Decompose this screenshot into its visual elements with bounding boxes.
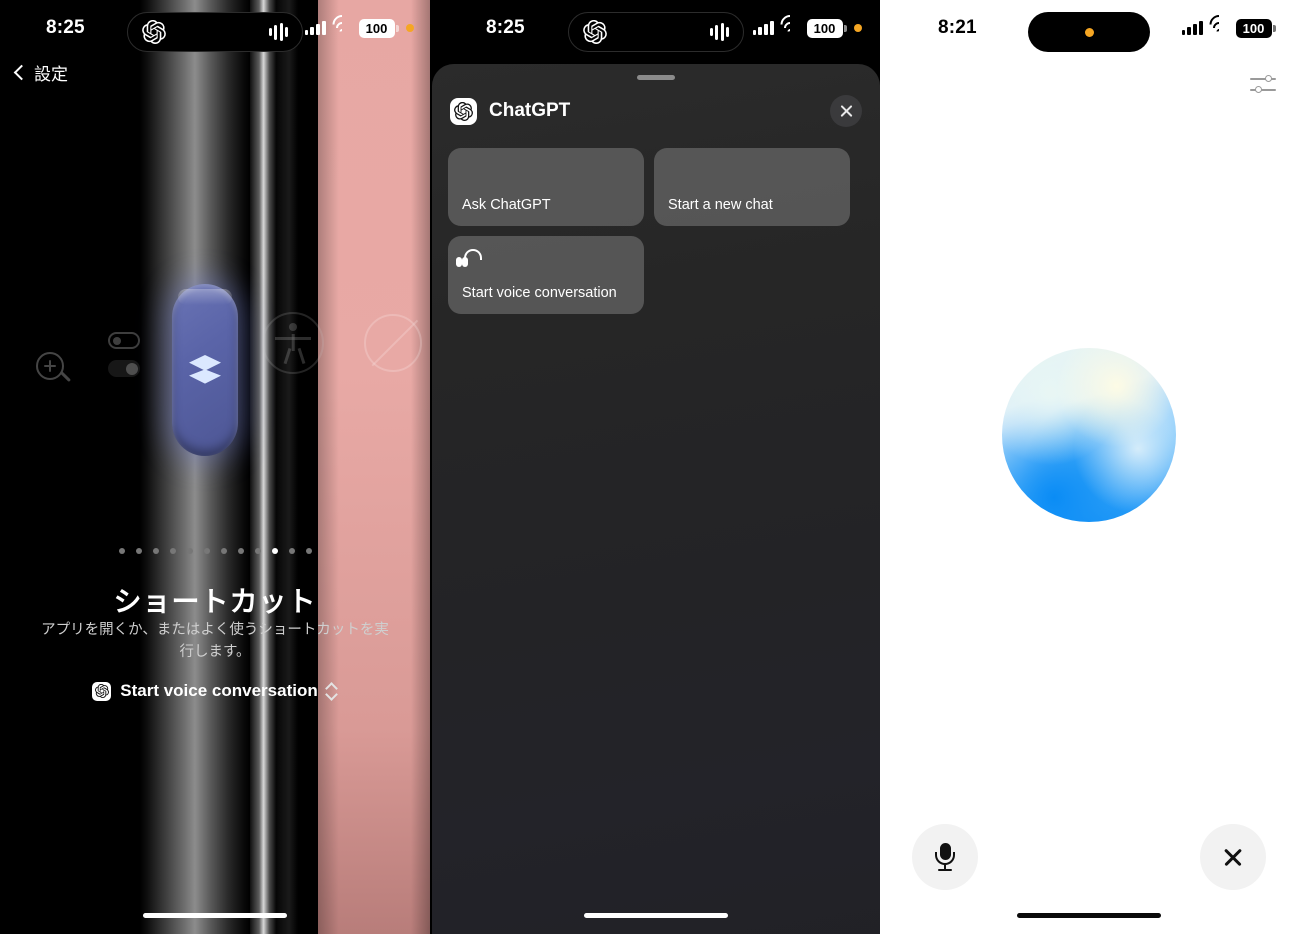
mic-button[interactable] [912, 824, 978, 890]
panel-chatgpt-action-sheet: ChatGPT Ask ChatGPT Start a new chat Sta… [432, 0, 880, 934]
home-indicator [584, 913, 728, 918]
action-label: Start voice conversation [462, 285, 617, 301]
silent-mode-icon [364, 314, 422, 372]
status-bar: 8:25 100 [0, 0, 430, 56]
battery-indicator: 100 [358, 18, 399, 38]
status-indicators: 100 [304, 11, 414, 38]
action-label: Ask ChatGPT [462, 197, 551, 213]
sheet-app-name: ChatGPT [489, 100, 571, 121]
battery-level: 100 [806, 18, 843, 38]
dynamic-island[interactable] [568, 12, 744, 52]
chat-bubble-icon [462, 161, 482, 181]
cellular-signal-icon [752, 21, 774, 35]
action-card-ask-chatgpt[interactable]: Ask ChatGPT [448, 148, 644, 226]
back-button[interactable]: 設定 [12, 60, 68, 85]
chat-bubble-icon [668, 161, 688, 181]
action-list: Ask ChatGPT Start a new chat Start voice… [448, 148, 864, 314]
openai-logo [583, 20, 607, 44]
magnifier-plus-icon [36, 352, 71, 386]
recording-dot-icon [854, 24, 862, 32]
screenshot-stage: 8:25 100 設定 ショートカット アプリを開くか、またはよく使うショートカ… [0, 0, 1298, 934]
openai-logo [450, 97, 477, 125]
up-down-chevron-icon [324, 681, 338, 701]
phone-edge-shadow [276, 0, 298, 934]
dynamic-island[interactable] [127, 12, 303, 52]
status-time: 8:21 [938, 17, 977, 38]
headphones-icon [456, 249, 482, 269]
sheet-header: ChatGPT [450, 90, 862, 132]
openai-logo [142, 20, 166, 44]
status-bar: 8:25 100 [432, 0, 880, 56]
toggle-switch-icon [108, 332, 142, 394]
wifi-icon [328, 11, 356, 38]
dynamic-island[interactable] [1028, 12, 1150, 52]
status-indicators: 100 [1181, 11, 1276, 38]
action-button[interactable] [172, 284, 238, 456]
status-time: 8:25 [486, 17, 525, 38]
cellular-signal-icon [304, 21, 326, 35]
phone-edge-highlight [250, 0, 276, 934]
action-card-start-new-chat[interactable]: Start a new chat [654, 148, 850, 226]
battery-level: 100 [358, 18, 395, 38]
accessibility-icon [262, 312, 324, 374]
battery-indicator: 100 [1235, 18, 1276, 38]
cellular-signal-icon [1181, 21, 1203, 35]
close-icon[interactable] [830, 95, 862, 127]
page-description: アプリを開くか、またはよく使うショートカットを実行します。 [41, 622, 389, 660]
openai-logo [92, 681, 112, 701]
shortcut-picker[interactable]: Start voice conversation [0, 681, 430, 701]
chevron-left-icon [13, 64, 30, 81]
battery-level: 100 [1235, 18, 1272, 38]
home-indicator [143, 913, 287, 918]
battery-indicator: 100 [806, 18, 847, 38]
recording-dot-icon [406, 24, 414, 32]
waveform-icon [709, 23, 729, 41]
status-indicators: 100 [752, 11, 862, 38]
phone-edge-metal [140, 0, 250, 934]
action-sheet: ChatGPT Ask ChatGPT Start a new chat Sta… [432, 64, 880, 934]
sliders-icon[interactable] [1250, 74, 1276, 96]
wifi-icon [776, 11, 804, 38]
selected-shortcut-label: Start voice conversation [120, 681, 318, 700]
back-label: 設定 [34, 65, 68, 84]
status-bar: 8:21 100 [880, 0, 1298, 56]
shortcuts-icon [189, 355, 221, 385]
page-title: ショートカット [113, 586, 317, 617]
panel-chatgpt-voice-mode: 8:21 100 [880, 0, 1298, 934]
action-button-illustration [0, 0, 430, 934]
panel-action-button-settings: 8:25 100 設定 ショートカット アプリを開くか、またはよく使うショートカ… [0, 0, 430, 934]
wifi-icon [1205, 11, 1233, 38]
close-button[interactable] [1200, 824, 1266, 890]
page-indicator[interactable] [0, 548, 430, 554]
waveform-icon [268, 23, 288, 41]
recording-dot-icon [1084, 27, 1094, 37]
action-label: Start a new chat [668, 197, 773, 213]
close-icon [1222, 846, 1244, 868]
home-indicator [1017, 913, 1161, 918]
microphone-icon [933, 843, 957, 871]
voice-orb [1002, 348, 1176, 522]
phone-body-color-strip [318, 0, 430, 934]
action-card-start-voice-conversation[interactable]: Start voice conversation [448, 236, 644, 314]
status-time: 8:25 [46, 17, 85, 38]
